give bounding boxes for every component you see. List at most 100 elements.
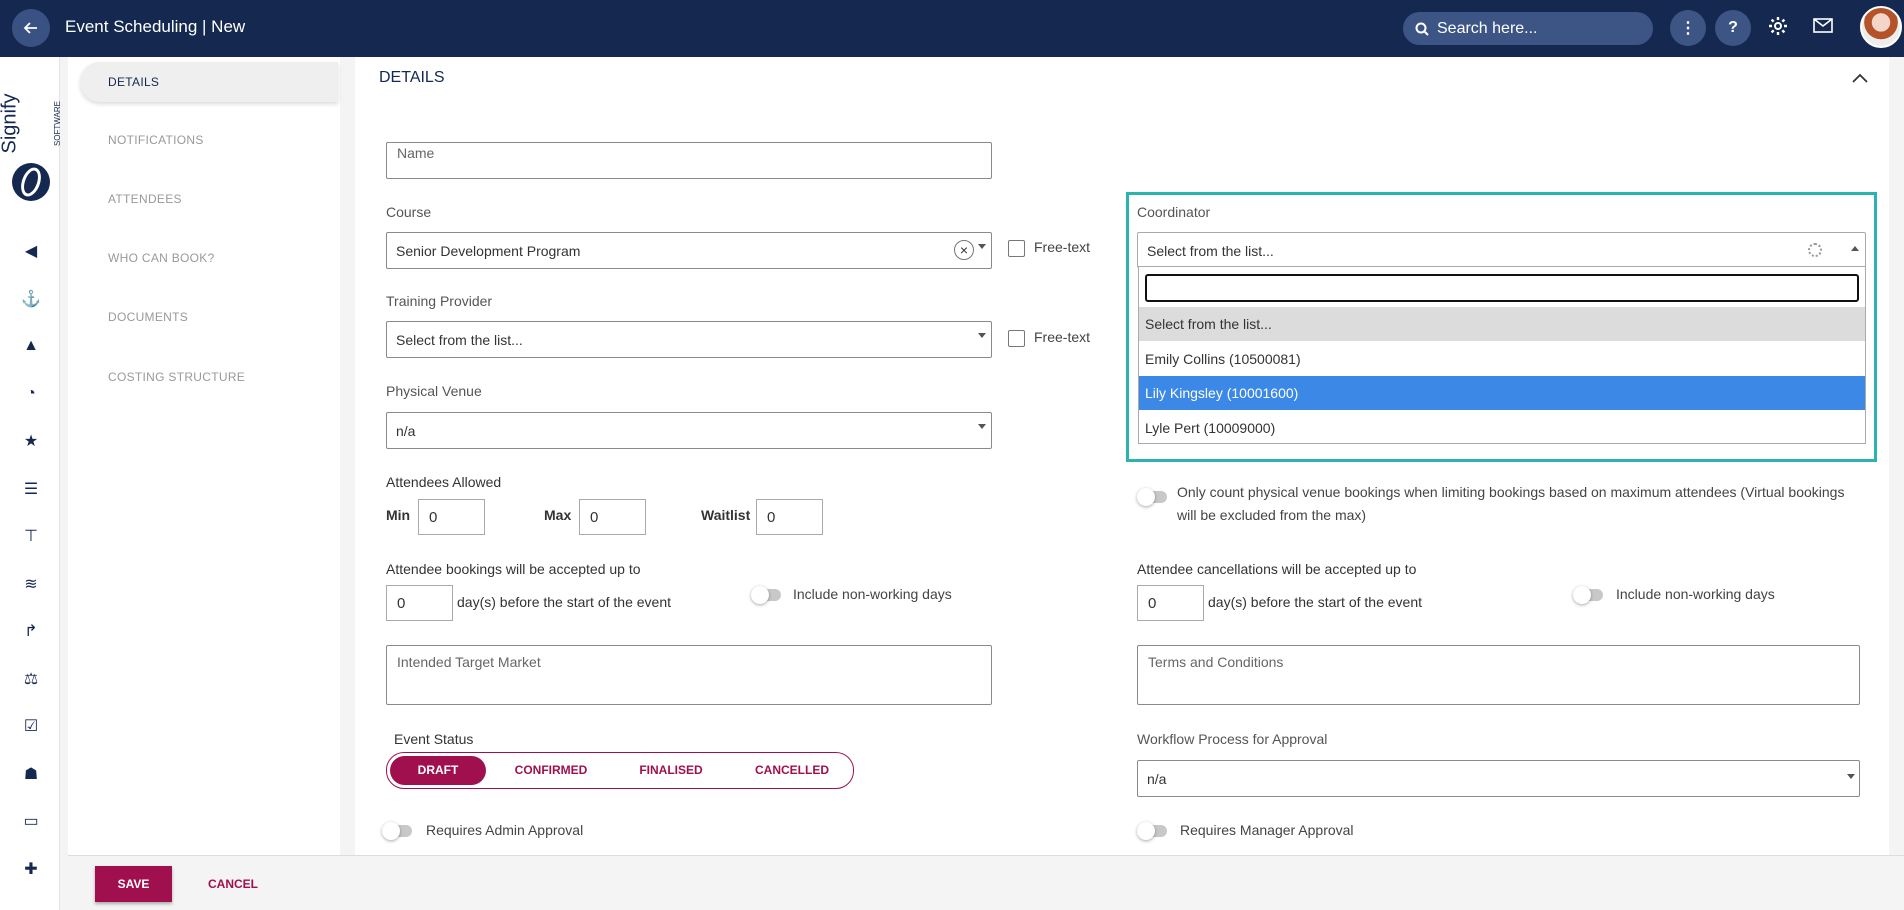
scales-icon[interactable]: ⚖ — [20, 668, 42, 690]
training-provider-value: Select from the list... — [396, 332, 523, 348]
bookings-cutoff-label: Attendee bookings will be accepted up to — [386, 561, 641, 577]
max-label: Max — [544, 507, 572, 523]
bookings-nonworking-toggle[interactable] — [751, 586, 781, 604]
physical-venue-label: Physical Venue — [386, 383, 482, 399]
status-draft[interactable]: DRAFT — [390, 756, 486, 785]
help-button[interactable]: ? — [1715, 10, 1751, 46]
training-provider-label: Training Provider — [386, 293, 493, 309]
loading-spinner-icon — [1808, 243, 1822, 257]
cancellations-nonworking-toggle[interactable] — [1573, 586, 1603, 604]
coordinator-value: Select from the list... — [1147, 243, 1274, 259]
workflow-value: n/a — [1147, 771, 1167, 787]
section-nav: DETAILS NOTIFICATIONS ATTENDEES WHO CAN … — [68, 57, 340, 855]
graduation-cap-icon[interactable]: ▲ — [20, 335, 42, 357]
physical-count-line1: Only count physical venue bookings when … — [1177, 484, 1845, 500]
cancellations-cutoff-input[interactable]: 0 — [1137, 585, 1204, 621]
handshake-icon[interactable]: ≋ — [20, 573, 42, 595]
bookings-cutoff-input[interactable]: 0 — [386, 585, 453, 621]
kebab-menu-icon: ⋮ — [1680, 20, 1696, 37]
terms-and-conditions-textarea[interactable]: Terms and Conditions — [1137, 645, 1860, 705]
settings-button[interactable] — [1768, 16, 1788, 36]
avatar[interactable] — [1860, 6, 1902, 48]
coordinator-search-input[interactable] — [1145, 274, 1859, 302]
search-placeholder: Search here... — [1437, 19, 1538, 37]
intended-target-market-textarea[interactable]: Intended Target Market — [386, 645, 992, 705]
chevron-up-icon — [1851, 246, 1859, 251]
min-value: 0 — [429, 509, 438, 526]
min-input[interactable]: 0 — [418, 499, 485, 535]
status-finalised[interactable]: FINALISED — [623, 756, 719, 785]
attendees-allowed-label: Attendees Allowed — [386, 474, 502, 490]
waitlist-input[interactable]: 0 — [756, 499, 823, 535]
dashboard-icon[interactable]: ◔ — [20, 383, 42, 405]
cancellations-nonworking-label: Include non-working days — [1616, 586, 1775, 602]
physical-count-toggle[interactable] — [1137, 488, 1167, 506]
coordinator-option[interactable]: Lyle Pert (10009000) — [1139, 411, 1865, 445]
status-cancelled[interactable]: CANCELLED — [744, 756, 840, 785]
chevron-up-icon — [1852, 73, 1868, 83]
intended-target-market-placeholder: Intended Target Market — [397, 654, 541, 670]
coordinator-select[interactable]: Select from the list... — [1137, 232, 1866, 268]
cancellations-cutoff-value: 0 — [1148, 595, 1157, 612]
admin-approval-label: Requires Admin Approval — [426, 822, 584, 838]
scrollbar[interactable] — [1889, 57, 1904, 855]
training-provider-freetext-label: Free-text — [1034, 329, 1091, 345]
coordinator-option[interactable]: Select from the list... — [1139, 307, 1865, 341]
logo: Signify SOFTWARE — [0, 86, 62, 160]
training-provider-select[interactable]: Select from the list... — [386, 321, 992, 358]
admin-approval-toggle[interactable] — [382, 822, 412, 840]
add-user-icon[interactable]: ✚ — [20, 858, 42, 880]
laptop-icon[interactable]: ▭ — [20, 810, 42, 832]
manager-approval-label: Requires Manager Approval — [1180, 822, 1354, 838]
physical-count-line2: will be excluded from the max) — [1177, 507, 1367, 523]
search-input[interactable]: Search here... — [1403, 12, 1653, 45]
back-button[interactable] — [12, 9, 50, 47]
coordinator-option[interactable]: Lily Kingsley (10001600) — [1139, 376, 1865, 410]
logo-text: Signify — [0, 92, 21, 154]
max-value: 0 — [590, 509, 599, 526]
nav-costing-structure[interactable]: COSTING STRUCTURE — [108, 370, 245, 384]
training-provider-freetext-checkbox[interactable] — [1008, 330, 1025, 347]
chevron-down-icon — [1847, 774, 1855, 779]
more-button[interactable]: ⋮ — [1670, 10, 1706, 46]
person-desk-icon[interactable]: ☗ — [20, 763, 42, 785]
manager-approval-toggle[interactable] — [1137, 822, 1167, 840]
footer-actions: SAVE CANCEL — [68, 855, 1904, 910]
checklist-icon[interactable]: ☑ — [20, 715, 42, 737]
event-status-toggle: DRAFT CONFIRMED FINALISED CANCELLED — [386, 752, 854, 789]
nav-documents[interactable]: DOCUMENTS — [108, 310, 188, 324]
nav-who-can-book[interactable]: WHO CAN BOOK? — [108, 251, 215, 265]
sliders-icon[interactable]: ☰ — [20, 478, 42, 500]
bookings-cutoff-suffix: day(s) before the start of the event — [457, 594, 672, 610]
collapse-button[interactable] — [1851, 71, 1869, 87]
coordinator-option[interactable]: Emily Collins (10500081) — [1139, 342, 1865, 376]
max-input[interactable]: 0 — [579, 499, 646, 535]
nav-attendees[interactable]: ATTENDEES — [108, 192, 182, 206]
nav-details[interactable]: DETAILS — [80, 62, 338, 102]
cancel-button[interactable]: CANCEL — [198, 866, 268, 902]
megaphone-icon[interactable]: ◀ — [20, 240, 42, 262]
physical-venue-select[interactable]: n/a — [386, 412, 992, 449]
save-button[interactable]: SAVE — [95, 866, 172, 902]
signpost-icon[interactable]: ⊤ — [20, 525, 42, 547]
nav-notifications[interactable]: NOTIFICATIONS — [108, 133, 204, 147]
course-label: Course — [386, 204, 432, 220]
cancellations-cutoff-label: Attendee cancellations will be accepted … — [1137, 561, 1417, 577]
arrow-left-icon — [23, 22, 37, 34]
star-icon[interactable]: ★ — [20, 430, 42, 452]
name-placeholder: Name — [397, 145, 435, 161]
course-freetext-label: Free-text — [1034, 239, 1091, 255]
chevron-down-icon — [978, 333, 986, 338]
workflow-label: Workflow Process for Approval — [1137, 731, 1328, 747]
workflow-select[interactable]: n/a — [1137, 760, 1860, 797]
event-status-label: Event Status — [394, 731, 474, 747]
anchor-icon[interactable]: ⚓ — [20, 288, 42, 310]
status-confirmed[interactable]: CONFIRMED — [503, 756, 599, 785]
course-freetext-checkbox[interactable] — [1008, 240, 1025, 257]
name-field[interactable]: Name — [386, 142, 992, 179]
route-icon[interactable]: ↱ — [20, 620, 42, 642]
messages-button[interactable] — [1813, 16, 1833, 34]
course-select[interactable]: Senior Development Program × — [386, 232, 992, 269]
clear-course-button[interactable]: × — [954, 240, 974, 260]
bookings-nonworking-label: Include non-working days — [793, 586, 952, 602]
